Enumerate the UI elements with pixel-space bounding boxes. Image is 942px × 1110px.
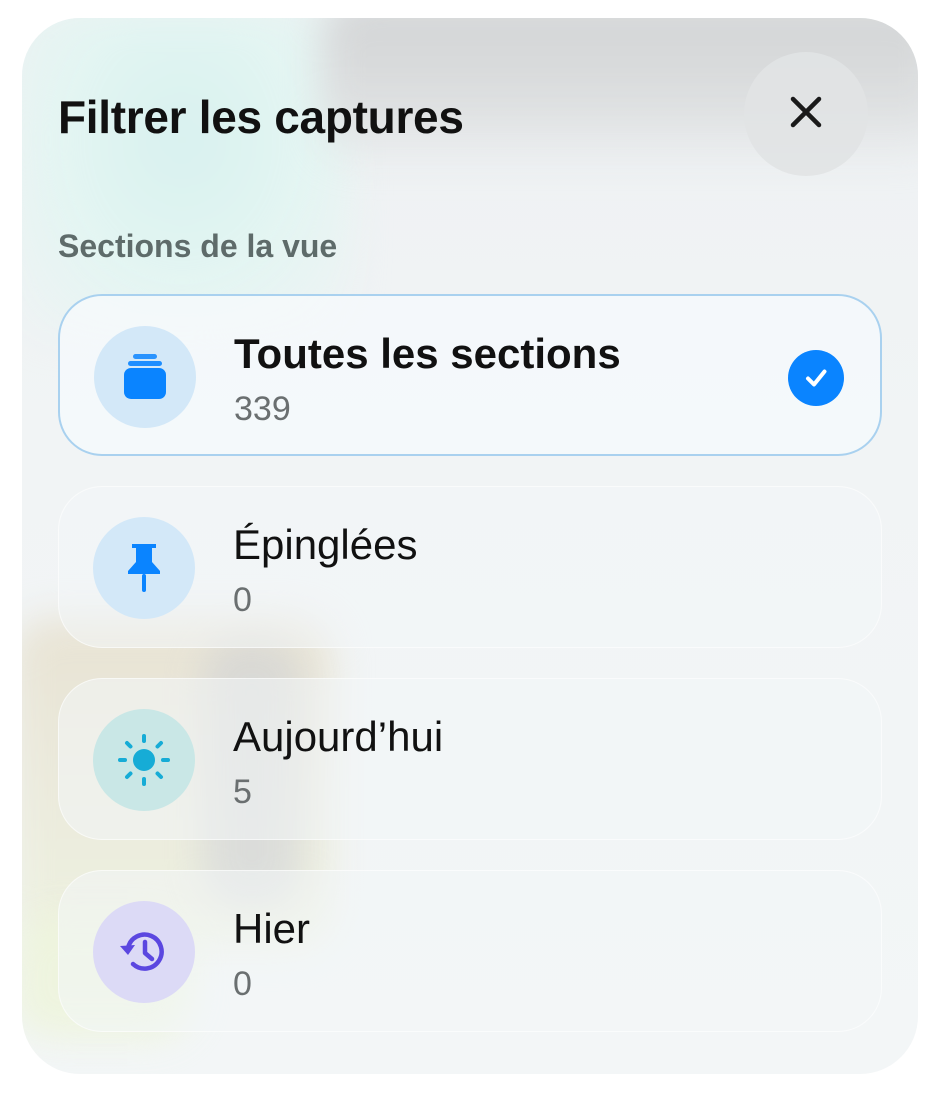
filter-option-today[interactable]: Aujourd’hui 5: [58, 678, 882, 840]
filter-option-all-sections[interactable]: Toutes les sections 339: [58, 294, 882, 456]
option-count: 5: [233, 773, 252, 811]
filter-sheet: Filtrer les captures Sections de la vue …: [22, 18, 918, 1074]
section-heading: Sections de la vue: [58, 228, 338, 264]
stack-icon: [94, 326, 196, 428]
sun-icon: [93, 709, 195, 811]
history-icon: [93, 901, 195, 1003]
option-count: 0: [233, 581, 252, 619]
sheet-title: Filtrer les captures: [58, 91, 464, 143]
option-label: Épinglées: [233, 521, 418, 568]
checkmark-icon: [788, 350, 844, 406]
option-count: 0: [233, 965, 252, 1003]
pin-icon: [93, 517, 195, 619]
option-label: Toutes les sections: [234, 330, 621, 377]
backdrop-blur: [22, 18, 352, 338]
option-label: Hier: [233, 905, 311, 952]
option-count: 339: [234, 390, 291, 428]
close-icon: [789, 95, 823, 134]
close-button[interactable]: [744, 52, 868, 176]
filter-option-pinned[interactable]: Épinglées 0: [58, 486, 882, 648]
option-label: Aujourd’hui: [233, 713, 444, 760]
filter-option-yesterday[interactable]: Hier 0: [58, 870, 882, 1032]
